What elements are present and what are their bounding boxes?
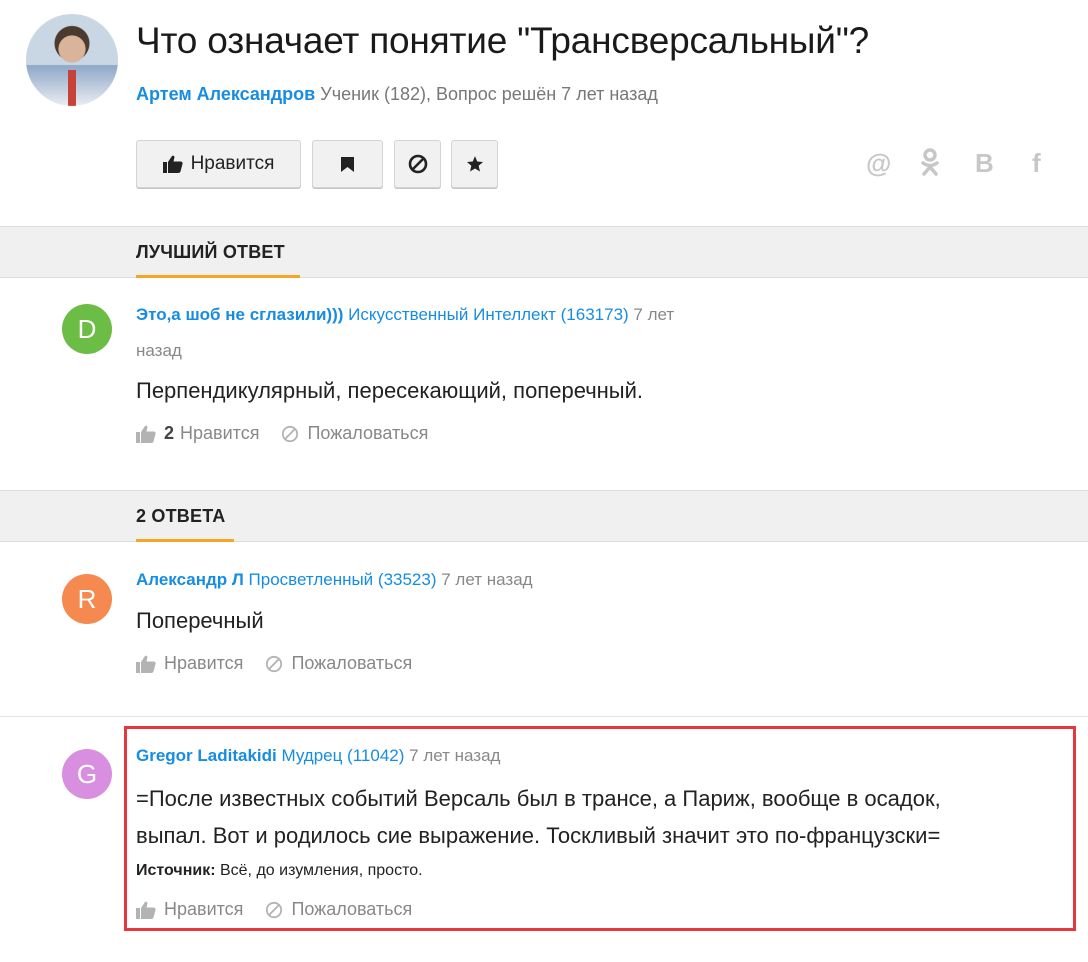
- block-button[interactable]: [394, 140, 441, 188]
- question-header: Что означает понятие "Трансверсальный"? …: [26, 14, 1086, 110]
- report-icon: [266, 655, 283, 672]
- block-icon: [408, 154, 427, 174]
- share-mail-icon[interactable]: @: [866, 148, 891, 179]
- answer-time: 7 лет назад: [441, 570, 533, 589]
- answer-divider: [0, 716, 1088, 717]
- like-label: Нравится: [180, 423, 260, 443]
- answer-time: 7 лет: [633, 305, 675, 324]
- report-label: Пожаловаться: [307, 423, 429, 443]
- question-meta: Артем Александров Ученик (182), Вопрос р…: [136, 84, 658, 105]
- question-author-link[interactable]: Артем Александров: [136, 84, 315, 104]
- answers-header: 2 ОТВЕТА: [0, 490, 1088, 542]
- report-label: Пожаловаться: [291, 653, 413, 673]
- thumbs-up-icon: [136, 425, 156, 443]
- like-label: Нравится: [164, 653, 244, 673]
- question-title: Что означает понятие "Трансверсальный"?: [136, 20, 870, 61]
- share-facebook-icon[interactable]: f: [1032, 148, 1041, 179]
- like-action[interactable]: 2 Нравится: [136, 423, 259, 444]
- bookmark-icon: [341, 156, 354, 172]
- avatar[interactable]: D: [62, 304, 112, 354]
- avatar[interactable]: G: [62, 749, 112, 799]
- report-icon: [282, 425, 299, 442]
- answers-underline: [136, 539, 234, 542]
- report-action[interactable]: Пожаловаться: [281, 423, 428, 444]
- answer-time-continued: назад: [136, 341, 182, 360]
- highlight-box: [124, 726, 1076, 931]
- thumbs-up-icon: [136, 655, 156, 673]
- answer-author-link[interactable]: Это,а шоб не сглазили))): [136, 305, 343, 324]
- like-count: 2: [164, 423, 175, 443]
- report-action[interactable]: Пожаловаться: [265, 653, 412, 674]
- like-button-label: Нравится: [190, 153, 275, 174]
- star-icon: [466, 156, 483, 172]
- answer-author-rank[interactable]: Искусственный Интеллект (163173): [348, 305, 629, 324]
- like-button[interactable]: Нравится: [136, 140, 301, 188]
- answer-meta: Это,а шоб не сглазили))) Искусственный И…: [136, 298, 674, 332]
- best-answer-underline: [136, 275, 300, 278]
- answer-text: Перпендикулярный, пересекающий, поперечн…: [136, 378, 644, 403]
- answer-text: Поперечный: [136, 608, 264, 633]
- author-avatar[interactable]: [26, 14, 118, 106]
- answer-author-link[interactable]: Александр Л: [136, 570, 244, 589]
- answer-actions: 2 Нравится Пожаловаться: [136, 423, 450, 444]
- answers-count-title: 2 ОТВЕТА: [136, 506, 226, 526]
- share-odnoklassniki-icon[interactable]: [920, 148, 940, 183]
- share-vk-icon[interactable]: B: [975, 148, 994, 179]
- like-action[interactable]: Нравится: [136, 653, 243, 674]
- answer-author-rank[interactable]: Просветленный (33523): [249, 570, 437, 589]
- favorite-button[interactable]: [451, 140, 498, 188]
- answer-meta: Александр Л Просветленный (33523) 7 лет …: [136, 563, 533, 597]
- answer-actions: Нравится Пожаловаться: [136, 653, 434, 674]
- thumbs-up-icon: [162, 155, 183, 173]
- bookmark-button[interactable]: [312, 140, 383, 188]
- question-author-meta: Ученик (182), Вопрос решён 7 лет назад: [320, 84, 658, 104]
- best-answer-header: ЛУЧШИЙ ОТВЕТ: [0, 226, 1088, 278]
- avatar[interactable]: R: [62, 574, 112, 624]
- best-answer-title: ЛУЧШИЙ ОТВЕТ: [136, 242, 285, 262]
